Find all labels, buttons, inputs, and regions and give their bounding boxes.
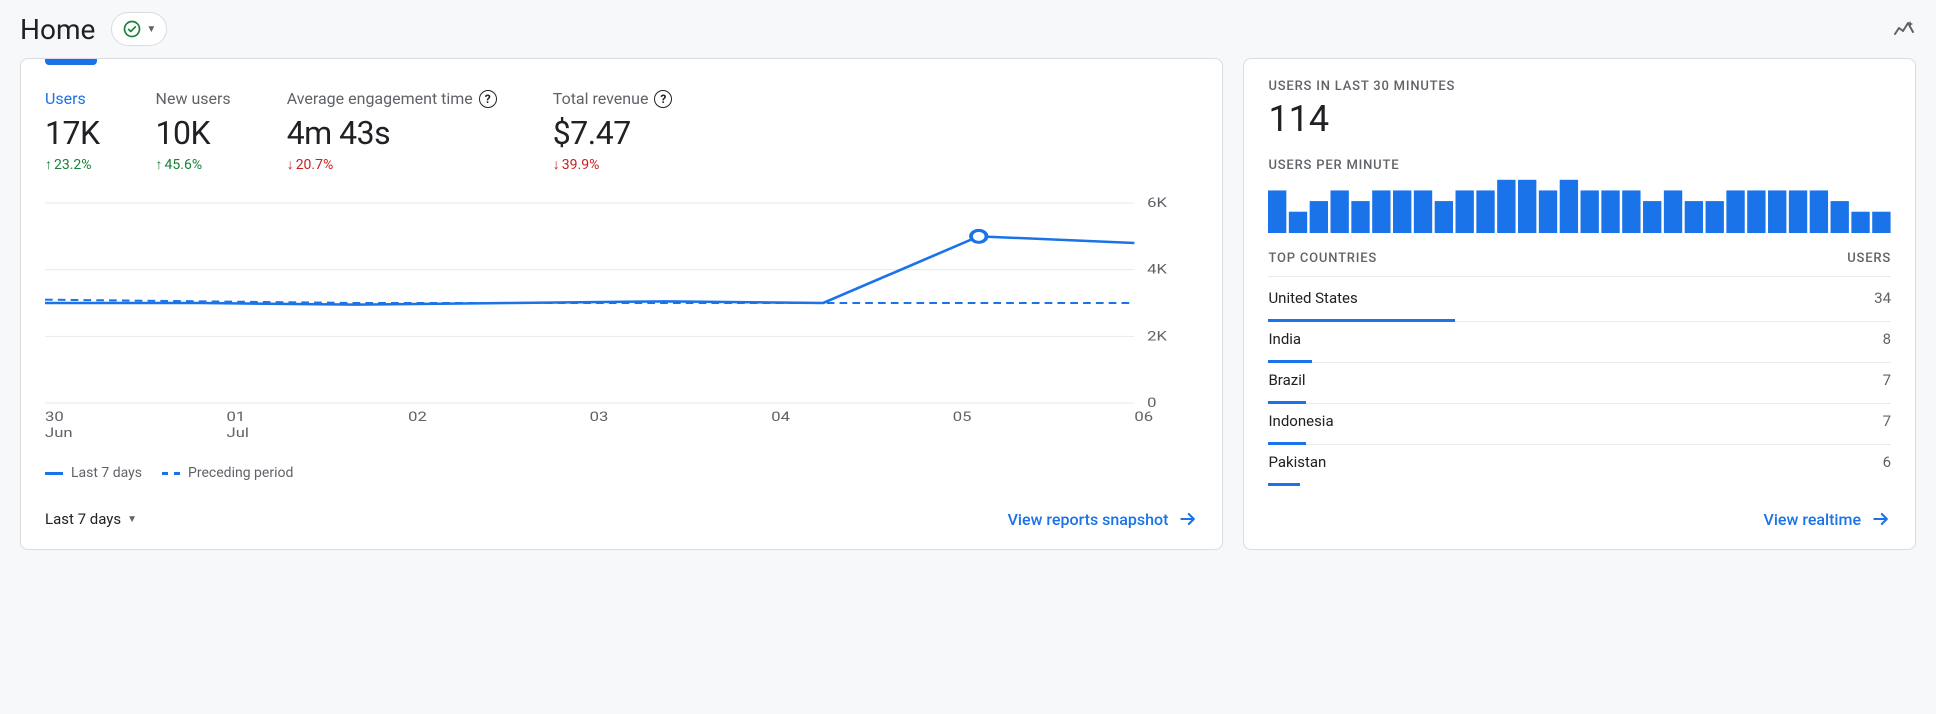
view-reports-snapshot-link[interactable]: View reports snapshot: [1008, 509, 1199, 529]
value-users-30min: 114: [1268, 98, 1891, 140]
status-chip[interactable]: ▼: [111, 12, 167, 46]
col-users: USERS: [1847, 251, 1891, 266]
country-name: Indonesia: [1268, 412, 1333, 430]
arrow-down-icon: ↓: [287, 156, 294, 173]
check-circle-icon: [122, 19, 142, 39]
svg-text:05: 05: [953, 409, 972, 425]
chart-legend: Last 7 days Preceding period: [45, 465, 1198, 481]
link-label: View reports snapshot: [1008, 510, 1169, 529]
metric-new-users[interactable]: New users 10K ↑ 45.6%: [156, 89, 231, 173]
realtime-card: USERS IN LAST 30 MINUTES 114 USERS PER M…: [1243, 58, 1916, 550]
metric-average-engagement-time[interactable]: Average engagement time? 4m 43s ↓ 20.7%: [287, 89, 497, 173]
country-name: United States: [1268, 289, 1357, 307]
chevron-down-icon: ▼: [127, 514, 137, 525]
country-row[interactable]: Indonesia 7: [1268, 404, 1891, 445]
insights-icon[interactable]: [1892, 17, 1916, 41]
svg-text:30: 30: [45, 409, 64, 425]
metric-value: 10K: [156, 114, 231, 152]
svg-text:Jun: Jun: [45, 425, 73, 441]
metric-change: ↑ 23.2%: [45, 156, 100, 173]
col-countries: TOP COUNTRIES: [1268, 251, 1377, 266]
date-range-select[interactable]: Last 7 days ▼: [45, 510, 137, 528]
country-row[interactable]: Brazil 7: [1268, 363, 1891, 404]
svg-text:6K: 6K: [1147, 195, 1168, 211]
legend-item-current: Last 7 days: [45, 465, 142, 481]
overview-card: Users 17K ↑ 23.2% New users 10K ↑ 45.6% Averag…: [20, 58, 1223, 550]
legend-swatch-solid: [45, 472, 63, 475]
country-value: 8: [1883, 330, 1891, 348]
arrow-down-icon: ↓: [553, 156, 560, 173]
svg-text:06: 06: [1134, 409, 1153, 425]
page-title: Home: [20, 13, 95, 46]
link-label: View realtime: [1763, 510, 1861, 529]
country-value: 34: [1874, 289, 1891, 307]
metric-label: New users: [156, 89, 231, 108]
arrow-right-icon: [1178, 509, 1198, 529]
countries-list: United States 34 India 8 Brazil 7 Indonesia 7 Pa…: [1268, 281, 1891, 485]
metric-total-revenue[interactable]: Total revenue? $7.47 ↓ 39.9%: [553, 89, 673, 173]
arrow-right-icon: [1871, 509, 1891, 529]
country-value: 6: [1883, 453, 1891, 471]
users-per-minute-chart: [1268, 177, 1891, 233]
legend-label-preceding: Preceding period: [188, 465, 293, 481]
country-bar: [1268, 483, 1299, 486]
country-value: 7: [1883, 412, 1891, 430]
metric-label: Total revenue?: [553, 89, 673, 108]
country-value: 7: [1883, 371, 1891, 389]
svg-text:4K: 4K: [1147, 261, 1168, 277]
country-row[interactable]: United States 34: [1268, 281, 1891, 322]
metric-value: 4m 43s: [287, 114, 497, 152]
svg-text:04: 04: [771, 409, 790, 425]
legend-swatch-dash: [162, 472, 180, 475]
country-name: India: [1268, 330, 1301, 348]
svg-text:2K: 2K: [1147, 328, 1168, 344]
chevron-down-icon: ▼: [146, 24, 156, 35]
metric-label: Users: [45, 89, 100, 108]
metric-value: 17K: [45, 114, 100, 152]
countries-table-head: TOP COUNTRIES USERS: [1268, 251, 1891, 277]
active-tab-indicator: [45, 59, 97, 65]
svg-text:01: 01: [227, 409, 246, 425]
metric-label: Average engagement time?: [287, 89, 497, 108]
label-users-per-minute: USERS PER MINUTE: [1268, 158, 1891, 173]
svg-text:03: 03: [590, 409, 609, 425]
page-header: Home ▼: [0, 0, 1936, 58]
date-range-label: Last 7 days: [45, 510, 121, 528]
arrow-up-icon: ↑: [156, 156, 163, 173]
arrow-up-icon: ↑: [45, 156, 52, 173]
legend-item-preceding: Preceding period: [162, 465, 293, 481]
metric-change: ↓ 39.9%: [553, 156, 673, 173]
legend-label-current: Last 7 days: [71, 465, 142, 481]
metric-users[interactable]: Users 17K ↑ 23.2%: [45, 89, 100, 173]
country-name: Brazil: [1268, 371, 1305, 389]
svg-text:Jul: Jul: [227, 425, 249, 441]
metric-change: ↑ 45.6%: [156, 156, 231, 173]
metric-value: $7.47: [553, 114, 673, 152]
metric-change: ↓ 20.7%: [287, 156, 497, 173]
label-users-30min: USERS IN LAST 30 MINUTES: [1268, 79, 1891, 94]
view-realtime-link[interactable]: View realtime: [1763, 509, 1891, 529]
country-row[interactable]: Pakistan 6: [1268, 445, 1891, 485]
help-icon[interactable]: ?: [654, 90, 672, 108]
country-row[interactable]: India 8: [1268, 322, 1891, 363]
country-name: Pakistan: [1268, 453, 1326, 471]
svg-text:02: 02: [408, 409, 427, 425]
metrics-row: Users 17K ↑ 23.2% New users 10K ↑ 45.6% Averag…: [45, 89, 1198, 173]
help-icon[interactable]: ?: [479, 90, 497, 108]
users-line-chart: 02K4K6K30Jun01Jul0203040506: [45, 193, 1198, 453]
